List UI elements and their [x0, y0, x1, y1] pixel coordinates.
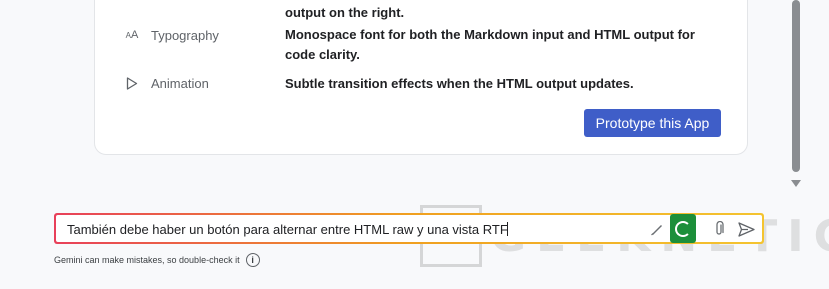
- send-icon[interactable]: [735, 218, 757, 240]
- disclaimer: Gemini can make mistakes, so double-chec…: [54, 253, 260, 267]
- feature-description: Monospace font for both the Markdown inp…: [285, 27, 695, 62]
- feature-name: Typography: [151, 28, 219, 43]
- prompt-input-text[interactable]: También debe haber un botón para alterna…: [67, 222, 508, 237]
- feature-name: Animation: [151, 76, 209, 91]
- play-icon: [124, 75, 140, 91]
- feature-description: output on the right.: [285, 5, 405, 20]
- disclaimer-text: Gemini can make mistakes, so double-chec…: [54, 255, 240, 265]
- prompt-value: También debe haber un botón para alterna…: [67, 222, 508, 237]
- prompt-input[interactable]: También debe haber un botón para alterna…: [56, 214, 762, 243]
- scroll-down-arrow[interactable]: [791, 180, 801, 187]
- brush-icon[interactable]: [646, 218, 668, 240]
- info-icon[interactable]: i: [245, 253, 260, 267]
- prototype-app-button[interactable]: Prototype this App: [584, 109, 721, 137]
- paperclip-icon[interactable]: [708, 218, 730, 240]
- microphone-button[interactable]: [670, 214, 696, 243]
- typography-icon: AA: [125, 29, 139, 41]
- prompt-input-frame[interactable]: También debe haber un botón para alterna…: [54, 213, 764, 244]
- microphone-icon: [675, 220, 691, 237]
- app-proposal-card: output on the right. AA Typography Monos…: [94, 0, 748, 155]
- scrollbar-thumb[interactable]: [792, 0, 800, 172]
- text-caret: [506, 222, 508, 236]
- feature-description: Subtle transition effects when the HTML …: [285, 76, 634, 91]
